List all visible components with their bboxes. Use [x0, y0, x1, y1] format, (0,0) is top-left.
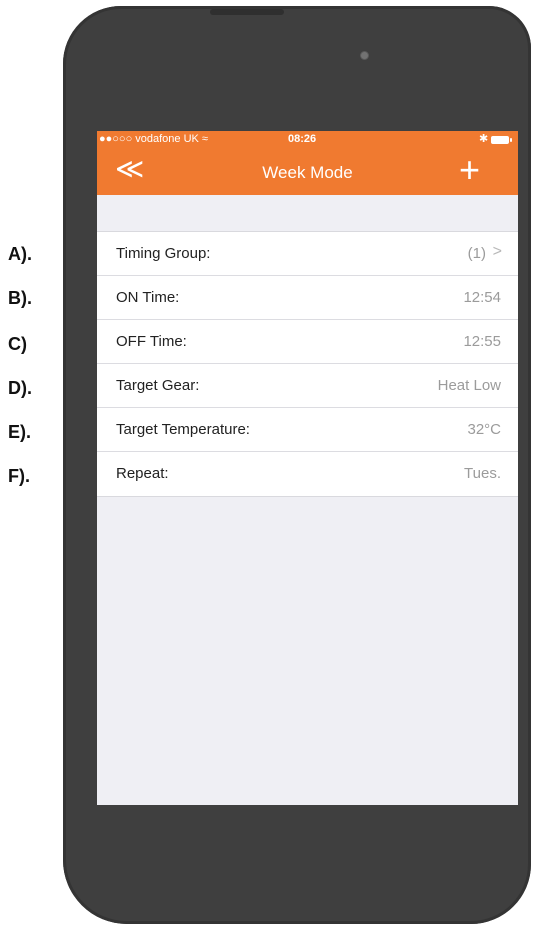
chevron-right-icon: > — [492, 243, 502, 260]
status-bar: ●●○○○ vodafone UK ≈ 08:26 ✱ — [97, 131, 518, 149]
carrier-label: ●●○○○ vodafone UK ≈ — [99, 133, 208, 145]
front-camera — [360, 51, 369, 60]
row-label: OFF Time: — [116, 333, 187, 350]
row-label: ON Time: — [116, 289, 180, 306]
row-timing-group[interactable]: Timing Group: (1) > — [97, 232, 518, 276]
row-target-temperature[interactable]: Target Temperature: 32°C — [97, 408, 518, 452]
status-time: 08:26 — [288, 133, 317, 145]
row-value: 12:55 — [463, 333, 501, 350]
row-off-time[interactable]: OFF Time: 12:55 — [97, 320, 518, 364]
add-button[interactable]: + — [459, 149, 480, 191]
row-value: Heat Low — [437, 377, 501, 394]
row-value: (1) — [467, 245, 486, 262]
annotation-d: D). — [8, 378, 32, 398]
annotation-b: B). — [8, 288, 32, 308]
row-label: Target Temperature: — [116, 421, 250, 438]
annotation-a: A). — [8, 244, 32, 264]
row-label: Target Gear: — [116, 377, 200, 394]
row-target-gear[interactable]: Target Gear: Heat Low — [97, 364, 518, 408]
annotation-f: F). — [8, 466, 30, 486]
app-screen: ●●○○○ vodafone UK ≈ 08:26 ✱ ≪ Week Mode … — [97, 131, 518, 805]
power-button — [210, 9, 284, 15]
row-repeat[interactable]: Repeat: Tues. — [97, 452, 518, 496]
page-title: Week Mode — [262, 163, 353, 182]
row-on-time[interactable]: ON Time: 12:54 — [97, 276, 518, 320]
settings-list: Timing Group: (1) > ON Time: 12:54 OFF T… — [97, 231, 518, 497]
annotation-e: E). — [8, 422, 32, 442]
bluetooth-icon: ✱ — [479, 133, 489, 145]
annotation-c: C) — [8, 334, 27, 354]
row-value: 12:54 — [463, 289, 501, 306]
battery-icon — [491, 136, 512, 144]
nav-bar: ≪ Week Mode + — [97, 149, 518, 195]
row-value: Tues. — [464, 465, 501, 482]
row-value: 32°C — [467, 421, 501, 438]
row-label: Timing Group: — [116, 245, 211, 262]
row-label: Repeat: — [116, 465, 169, 482]
